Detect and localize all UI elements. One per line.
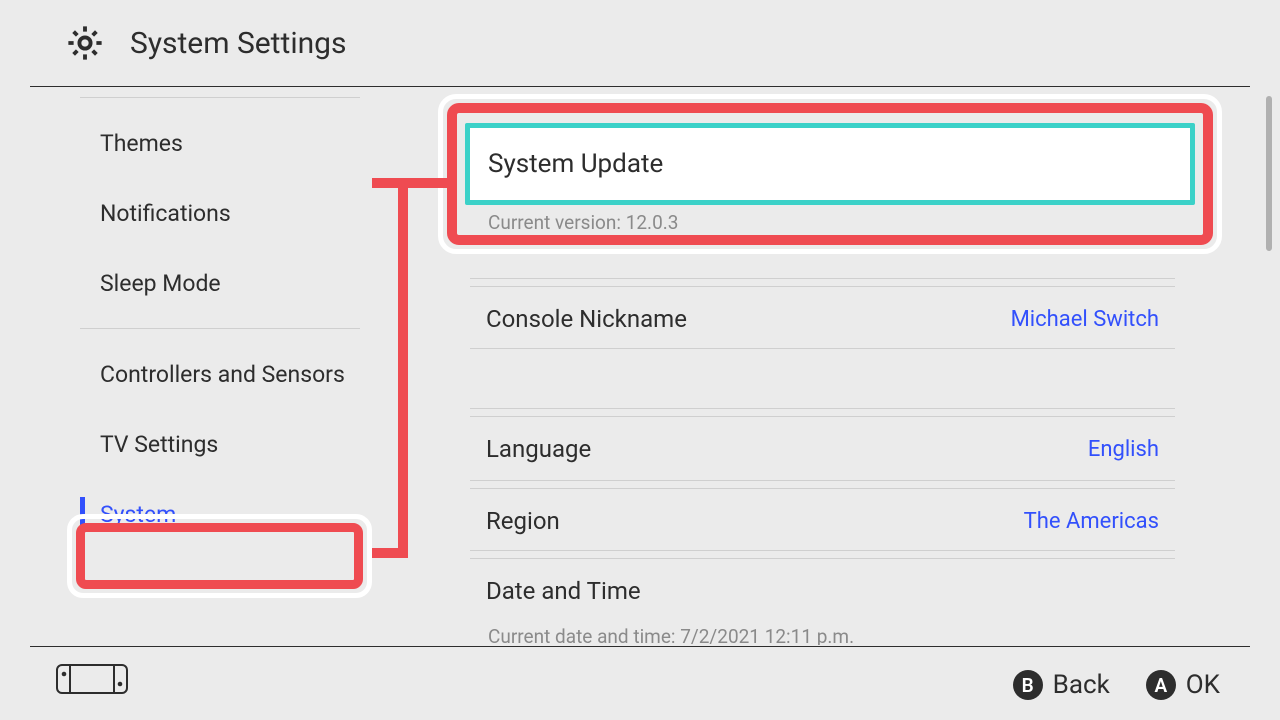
row-label: Console Nickname: [486, 305, 687, 333]
a-button-icon: A: [1146, 670, 1176, 700]
sidebar: amiibo Themes Notifications Sleep Mode C…: [30, 83, 410, 643]
header: System Settings: [0, 0, 1280, 86]
row-divider: [470, 278, 1175, 279]
sidebar-item-label: System: [100, 501, 176, 528]
button-label: Back: [1053, 670, 1110, 700]
sidebar-item-amiibo[interactable]: amiibo: [80, 83, 360, 87]
sidebar-item-label: Notifications: [100, 200, 231, 227]
sidebar-item-label: Themes: [100, 130, 183, 157]
sidebar-item-tv-settings[interactable]: TV Settings: [80, 409, 360, 479]
row-label: Language: [486, 435, 591, 463]
button-label: OK: [1186, 670, 1220, 700]
sidebar-divider: [80, 97, 360, 98]
footer: B Back A OK: [0, 646, 1280, 720]
sidebar-item-notifications[interactable]: Notifications: [80, 178, 360, 248]
annotation-connector: [398, 178, 408, 558]
annotation-connector: [372, 178, 454, 188]
row-value: Michael Switch: [1011, 307, 1159, 332]
sidebar-item-label: Controllers and Sensors: [100, 361, 345, 388]
footer-divider: [30, 646, 1250, 647]
b-button-icon: B: [1013, 670, 1043, 700]
row-region[interactable]: Region The Americas: [470, 488, 1175, 553]
page-title: System Settings: [130, 26, 347, 61]
sidebar-item-label: TV Settings: [100, 431, 218, 458]
annotation-connector: [370, 548, 398, 558]
row-label: Region: [486, 507, 560, 535]
sidebar-item-controllers[interactable]: Controllers and Sensors: [80, 339, 360, 409]
controller-icon: [56, 664, 128, 698]
row-language[interactable]: Language English: [470, 416, 1175, 481]
row-subtext: Current date and time: 7/2/2021 12:11 p.…: [488, 625, 1188, 645]
ok-button[interactable]: A OK: [1146, 670, 1220, 700]
gear-icon: [64, 22, 106, 64]
row-value: The Americas: [1024, 509, 1159, 534]
row-console-nickname[interactable]: Console Nickname Michael Switch: [470, 286, 1175, 351]
scrollbar[interactable]: [1266, 96, 1272, 251]
sidebar-item-label: Sleep Mode: [100, 270, 221, 297]
sidebar-divider: [80, 328, 360, 329]
back-button[interactable]: B Back: [1013, 670, 1110, 700]
row-divider: [470, 348, 1175, 349]
row-value: English: [1088, 437, 1159, 462]
row-divider: [470, 550, 1175, 551]
row-date-and-time[interactable]: Date and Time: [470, 558, 1175, 623]
row-label: Date and Time: [486, 577, 641, 605]
sidebar-item-themes[interactable]: Themes: [80, 108, 360, 178]
annotation-callout-system-update: [438, 94, 1222, 254]
row-divider: [470, 480, 1175, 481]
sidebar-item-sleep-mode[interactable]: Sleep Mode: [80, 248, 360, 318]
sidebar-item-system[interactable]: System: [80, 479, 360, 549]
row-divider: [470, 408, 1175, 409]
